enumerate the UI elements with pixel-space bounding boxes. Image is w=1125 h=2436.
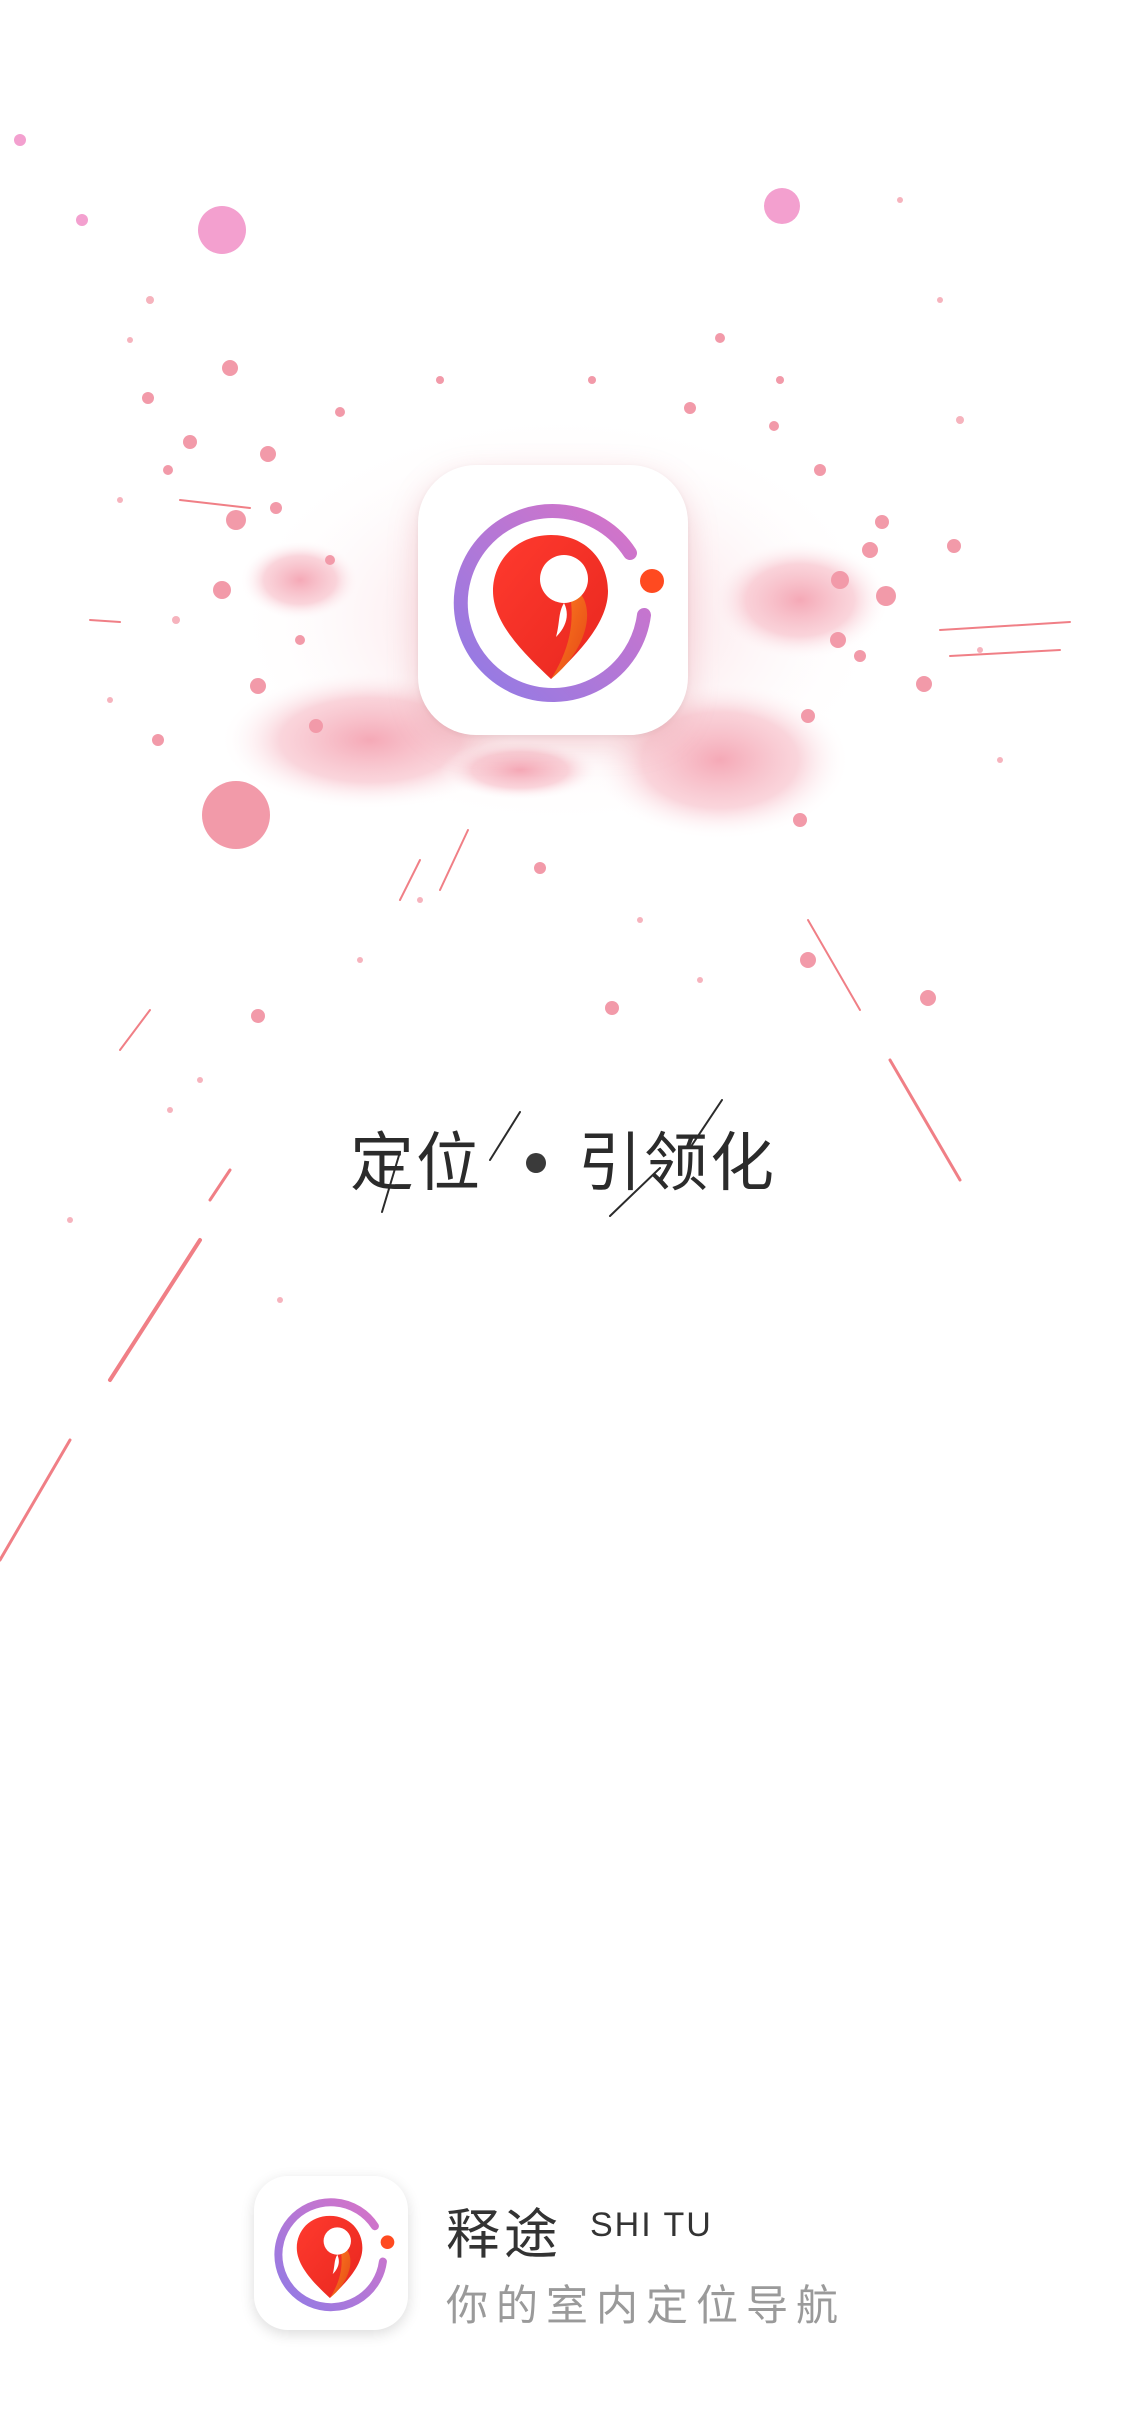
brand-name: 释途	[446, 2203, 562, 2266]
paint-splash-background	[0, 134, 1071, 1562]
slogan: 定位 引领化	[330, 1090, 810, 1220]
hero-app-icon	[418, 465, 688, 735]
brand-footer: 释途 SHI TU 你的室内定位导航	[254, 2176, 894, 2332]
slogan-decorative-strokes	[381, 1099, 723, 1217]
splash-screen: 定位 引领化 释途 SHI TU 你的室内定位导航	[0, 0, 1125, 2436]
location-pin-icon	[453, 504, 664, 702]
app-logo-icon	[274, 2198, 395, 2312]
brand-app-icon	[254, 2176, 408, 2330]
brand-tagline: 你的室内定位导航	[446, 2281, 847, 2330]
brand-pinyin: SHI TU	[590, 2206, 713, 2244]
